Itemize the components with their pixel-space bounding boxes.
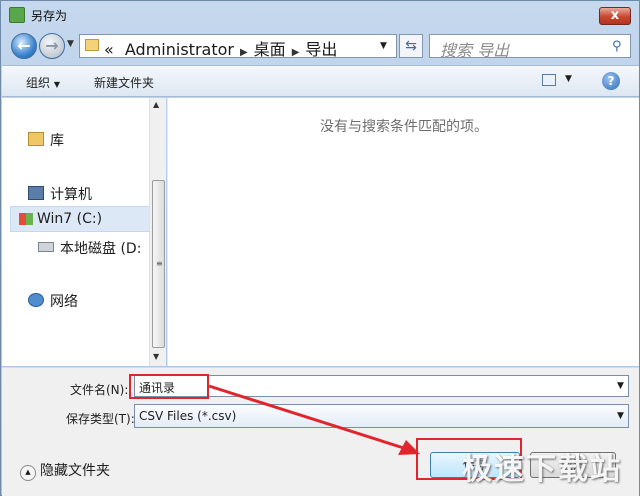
- annotation-arrow: [208, 384, 420, 455]
- watermark: 极速下载站: [462, 452, 622, 487]
